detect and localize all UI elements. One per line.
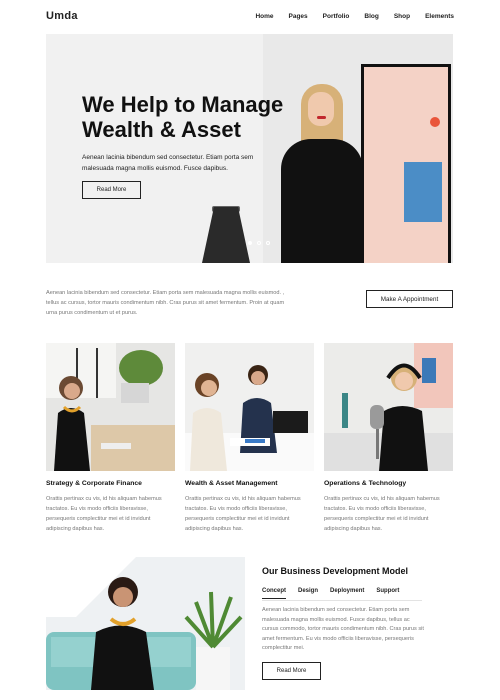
business-tabs: Concept Design Deployment Support	[262, 588, 399, 599]
nav-item-home[interactable]: Home	[255, 13, 273, 20]
service-image-strategy[interactable]	[46, 343, 175, 471]
slider-dots	[248, 241, 270, 245]
nav-item-blog[interactable]: Blog	[364, 13, 378, 20]
slider-dot-3[interactable]	[266, 241, 270, 245]
wall-artwork	[361, 64, 451, 263]
site-logo[interactable]: Umda	[46, 10, 78, 22]
make-appointment-button[interactable]: Make A Appointment	[366, 290, 453, 308]
business-title: Our Business Development Model	[262, 566, 409, 576]
nav-item-portfolio[interactable]: Portfolio	[323, 13, 350, 20]
service-title-operations[interactable]: Operations & Technology	[324, 480, 406, 487]
business-text: Aenean lacinia bibendum sed consectetur.…	[262, 607, 424, 651]
tab-deployment[interactable]: Deployment	[330, 588, 364, 599]
business-read-more-button[interactable]: Read More	[262, 662, 321, 680]
lamp-image	[202, 207, 250, 263]
main-nav: Home Pages Portfolio Blog Shop Elements	[255, 13, 454, 20]
hero-title: We Help to Manage Wealth & Asset	[82, 92, 284, 142]
service-title-wealth[interactable]: Wealth & Asset Management	[185, 480, 278, 487]
tab-design[interactable]: Design	[298, 588, 318, 599]
nav-item-pages[interactable]: Pages	[289, 13, 308, 20]
hero-read-more-button[interactable]: Read More	[82, 181, 141, 199]
tab-divider	[262, 600, 422, 601]
service-title-strategy[interactable]: Strategy & Corporate Finance	[46, 480, 142, 487]
business-image	[46, 557, 245, 690]
hero-person-image	[276, 84, 366, 263]
nav-item-shop[interactable]: Shop	[394, 13, 410, 20]
tab-concept[interactable]: Concept	[262, 588, 286, 599]
hero-subtitle: Aenean lacinia bibendum sed consectetur.…	[82, 154, 254, 172]
service-image-wealth[interactable]	[185, 343, 314, 471]
nav-item-elements[interactable]: Elements	[425, 13, 454, 20]
service-text-wealth: Orattis pertinax cu vis, id his aliquam …	[185, 496, 301, 532]
intro-text: Aenean lacinia bibendum sed consectetur.…	[46, 290, 285, 316]
service-image-operations[interactable]	[324, 343, 453, 471]
hero-section: We Help to Manage Wealth & Asset Aenean …	[46, 34, 453, 263]
service-text-strategy: Orattis pertinax cu vis, id his aliquam …	[46, 496, 162, 532]
slider-dot-2[interactable]	[257, 241, 261, 245]
service-text-operations: Orattis pertinax cu vis, id his aliquam …	[324, 496, 440, 532]
slider-dot-1[interactable]	[248, 241, 252, 245]
tab-support[interactable]: Support	[376, 588, 399, 599]
